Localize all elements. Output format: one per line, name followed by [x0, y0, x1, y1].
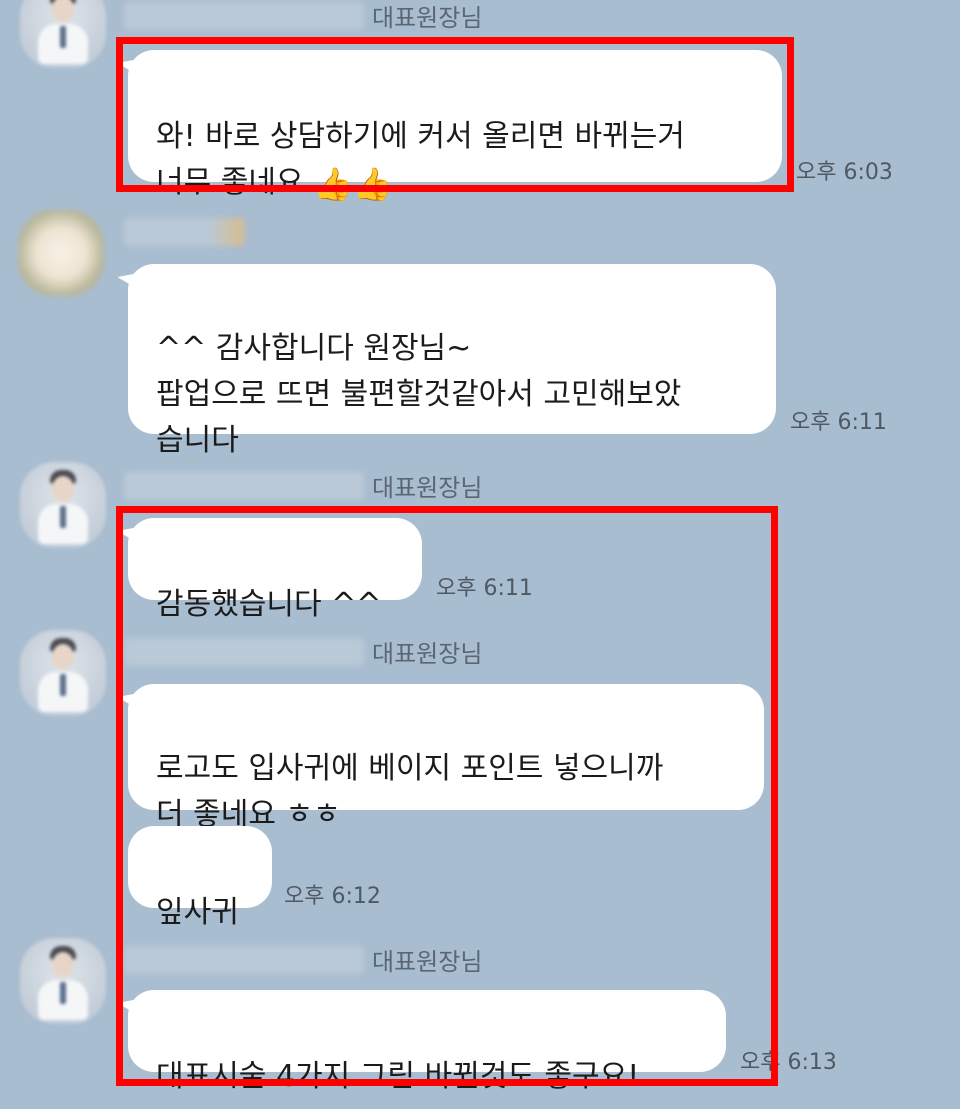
doctor-avatar[interactable] [20, 462, 106, 548]
message-bubble[interactable]: 잎사귀 [128, 826, 272, 930]
message-text: 대표시술 4가지 그림 바뀐것도 좋구요! [156, 1059, 640, 1094]
message-time: 오후 6:11 [436, 576, 533, 601]
blurred-sender-name [124, 472, 364, 500]
doctor-avatar[interactable] [20, 0, 106, 68]
message-text: ^^ 감사합니다 원장님~ 팝업으로 뜨면 불편할것같아서 고민해보았 습니다 [156, 331, 682, 458]
doctor-avatar[interactable] [20, 630, 106, 716]
sender-name-label: 대표원장님 [372, 640, 483, 668]
message-time: 오후 6:12 [284, 884, 381, 909]
sender-name-label: 대표원장님 [372, 4, 483, 32]
flower-avatar[interactable] [18, 210, 104, 296]
message-time: 오후 6:11 [790, 410, 887, 435]
thumbs-up-emoji: 👍👍 [313, 164, 393, 203]
message-bubble[interactable]: 와! 바로 상담하기에 커서 올리면 바뀌는거 너무 좋네요 👍👍 [128, 50, 782, 203]
message-text: 감동했습니다 ^^ [156, 587, 382, 622]
message-time: 오후 6:03 [796, 160, 893, 185]
message-bubble[interactable]: 감동했습니다 ^^ [128, 518, 422, 622]
sender-name-label: 대표원장님 [372, 474, 483, 502]
message-bubble[interactable]: 로고도 입사귀에 베이지 포인트 넣으니까 더 좋네요 ㅎㅎ [128, 684, 764, 832]
blurred-sender-name [124, 946, 364, 974]
sender-name-label: 대표원장님 [372, 948, 483, 976]
message-text: 로고도 입사귀에 베이지 포인트 넣으니까 더 좋네요 ㅎㅎ [156, 751, 664, 832]
message-time: 오후 6:13 [740, 1050, 837, 1075]
message-text: 잎사귀 [156, 895, 239, 930]
message-bubble[interactable]: ^^ 감사합니다 원장님~ 팝업으로 뜨면 불편할것같아서 고민해보았 습니다 [128, 264, 776, 458]
doctor-avatar[interactable] [20, 938, 106, 1024]
blurred-sender-name [124, 218, 244, 246]
blurred-sender-name [124, 2, 364, 30]
message-bubble[interactable]: 대표시술 4가지 그림 바뀐것도 좋구요! [128, 990, 726, 1094]
blurred-sender-name [124, 638, 364, 666]
message-text: 와! 바로 상담하기에 커서 올리면 바뀌는거 너무 좋네요 [156, 119, 685, 200]
